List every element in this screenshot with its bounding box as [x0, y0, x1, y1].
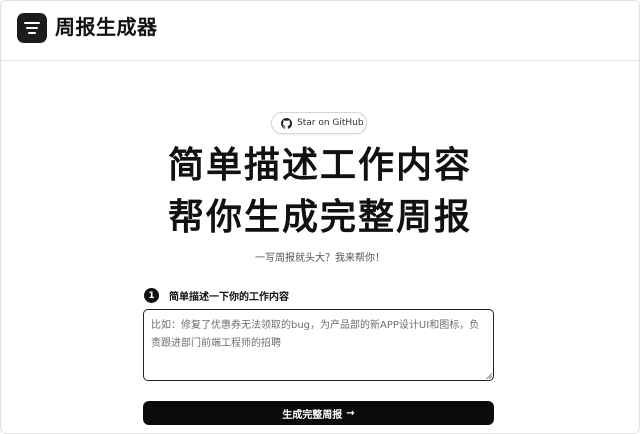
work-description-input[interactable] — [143, 309, 494, 381]
hero-title-line-2: 帮你生成完整周报 — [167, 197, 472, 238]
app-title[interactable]: 周报生成器 — [55, 12, 158, 42]
github-button-label: Star on GitHub — [297, 118, 364, 128]
generate-report-label: 生成完整周报 — [282, 409, 343, 421]
arrow-right-icon: → — [346, 407, 355, 419]
subtitle: 一写周报就头大？我来帮你！ — [255, 253, 385, 264]
generate-report-button[interactable]: 生成完整周报 → — [143, 401, 494, 425]
star-on-github-button[interactable]: Star on GitHub — [271, 112, 367, 134]
hero-title-line-1: 简单描述工作内容 — [167, 145, 472, 186]
step-label: 简单描述一下你的工作内容 — [169, 292, 289, 303]
step-number-badge: 1 — [144, 288, 159, 303]
step-1-heading: 1 简单描述一下你的工作内容 — [144, 288, 289, 303]
header: 周报生成器 — [1, 1, 639, 61]
page: 周报生成器 Star on GitHub 简单描述工作内容 帮你生成完整周报 一… — [0, 0, 640, 434]
list-filter-icon[interactable] — [17, 13, 47, 43]
github-icon — [281, 117, 292, 129]
